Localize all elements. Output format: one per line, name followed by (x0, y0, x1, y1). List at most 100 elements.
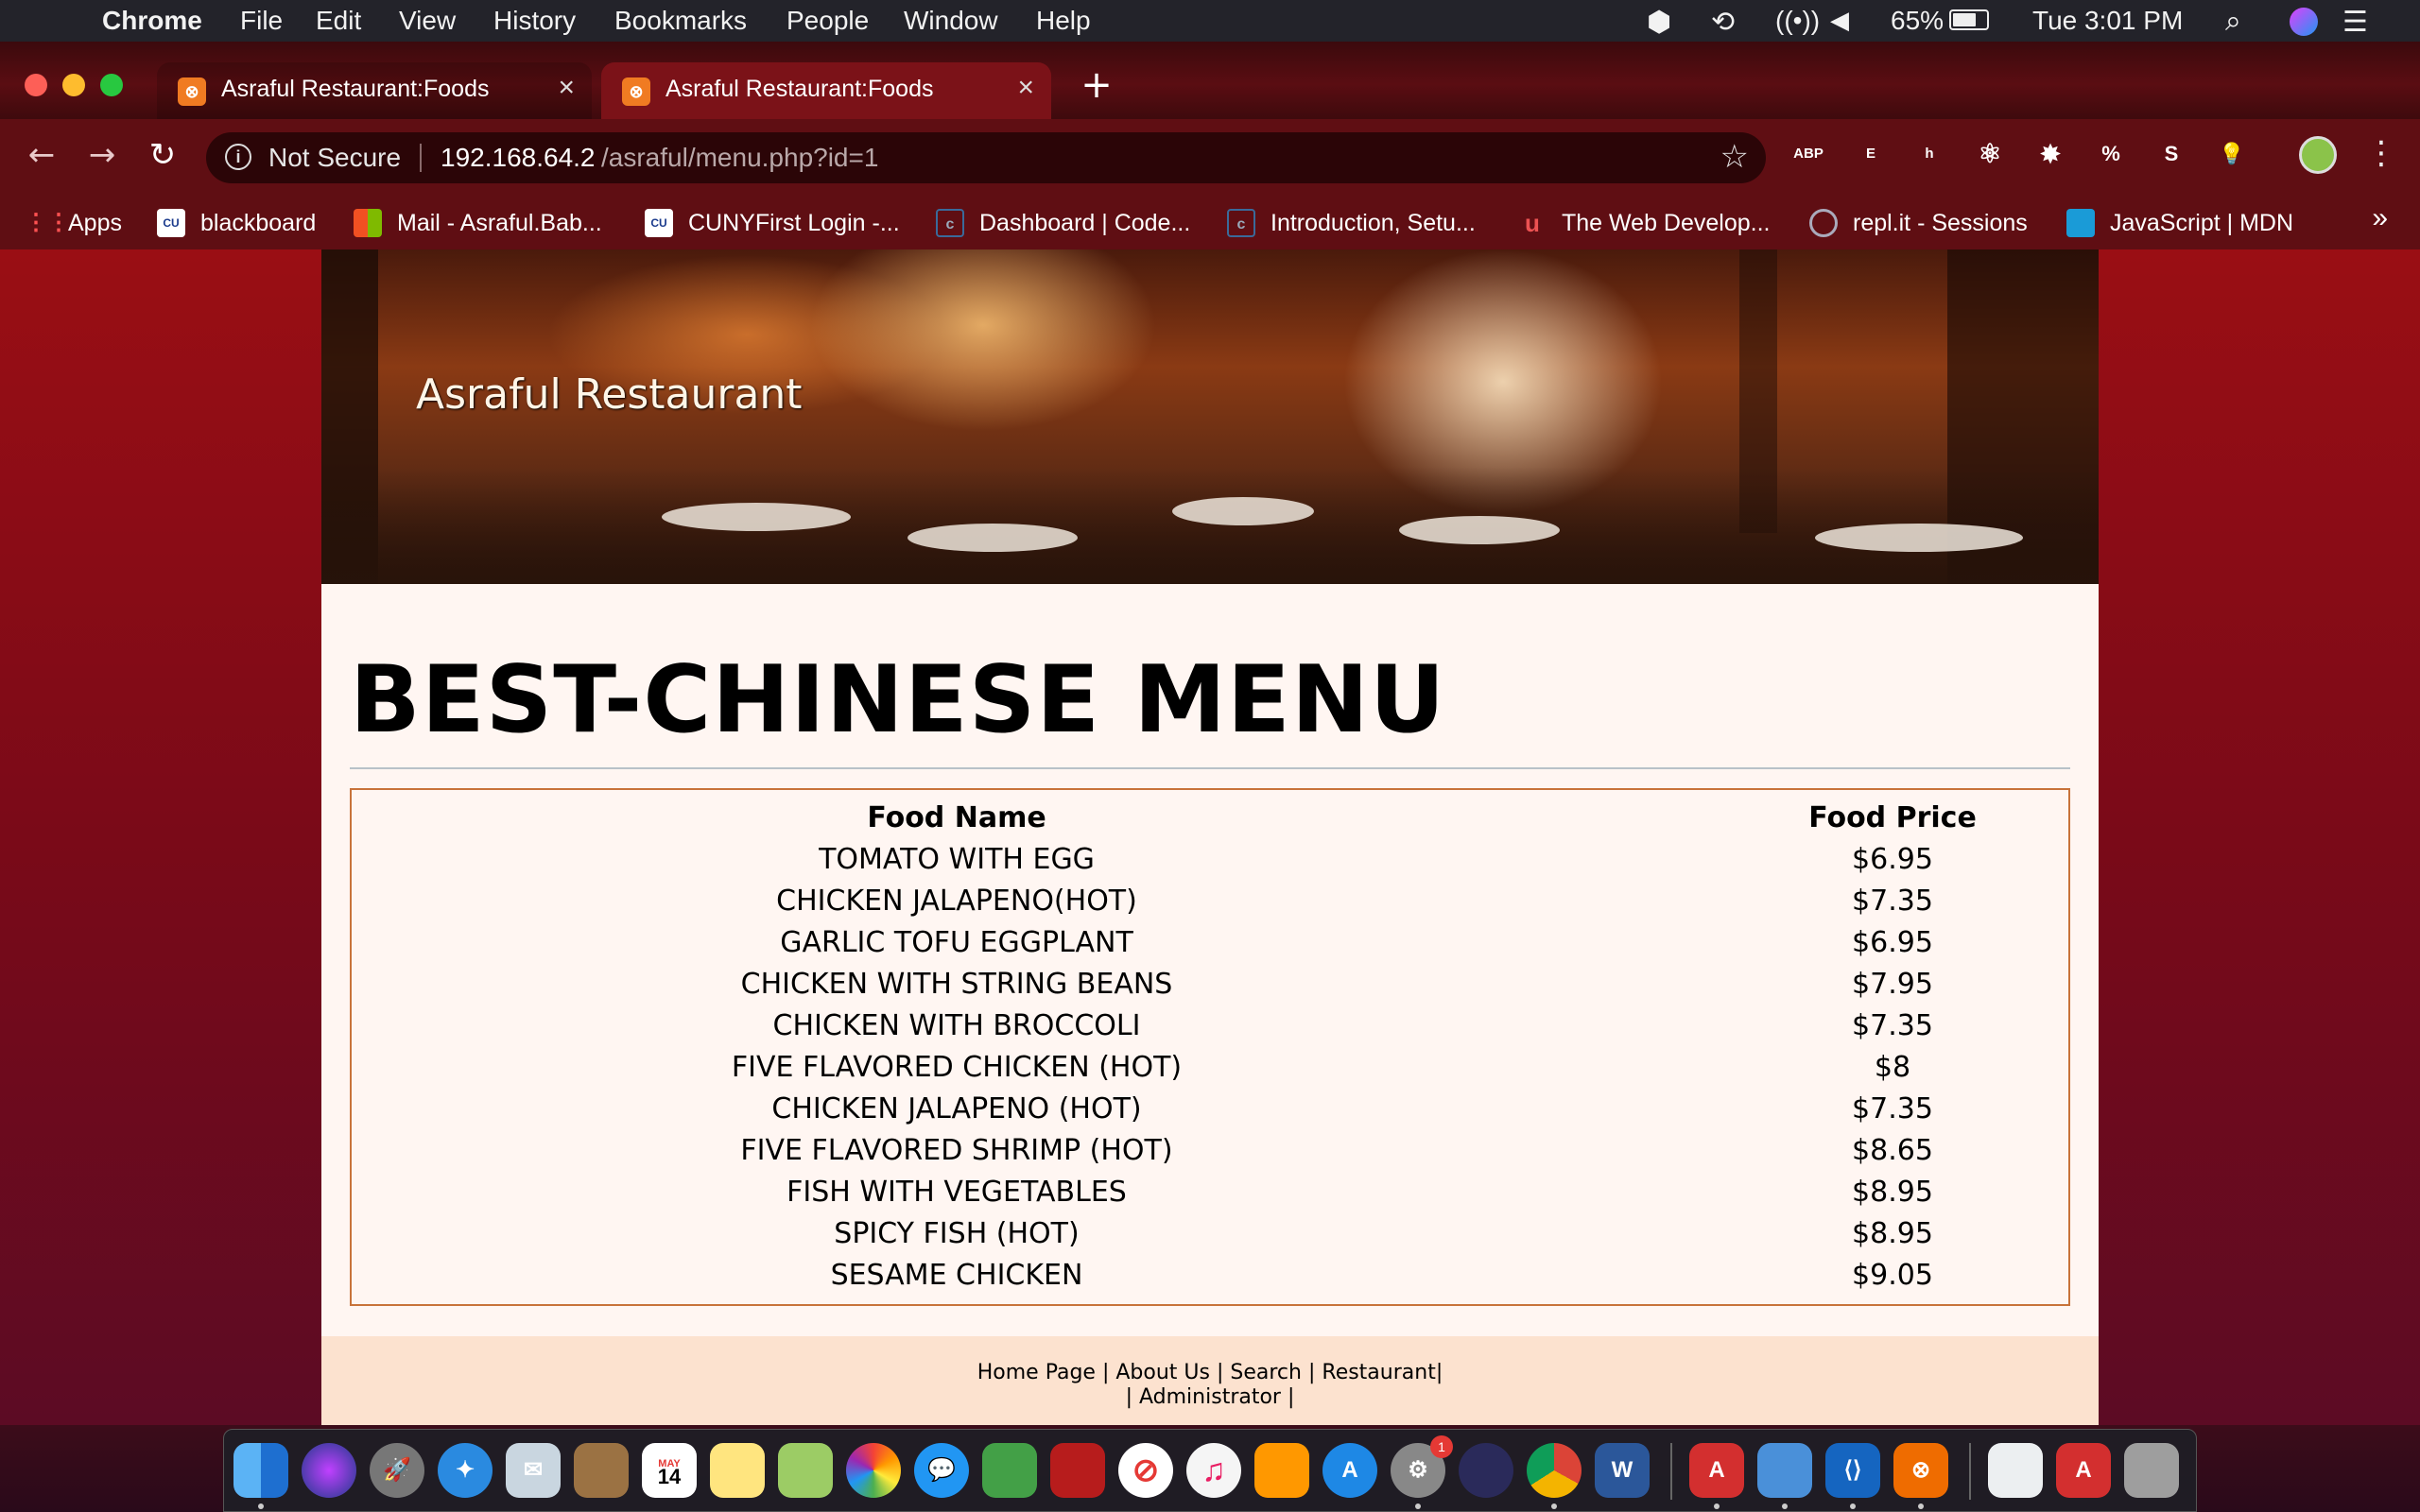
food-price: $6.95 (1852, 843, 1933, 876)
safari-icon[interactable]: ✦ (438, 1443, 493, 1498)
news-icon[interactable]: ⊘ (1118, 1443, 1173, 1498)
chrome-menu-icon[interactable]: ⋮ (2365, 134, 2397, 172)
messages-icon[interactable]: 💬 (914, 1443, 969, 1498)
cuny-icon: CU (157, 209, 185, 237)
footer-link-about[interactable]: About Us (1115, 1361, 1210, 1384)
more-bookmarks-icon[interactable]: » (2372, 202, 2388, 234)
food-price: $8 (1874, 1051, 1911, 1084)
not-secure-label[interactable]: Not Secure (268, 143, 401, 173)
tab-2[interactable]: ⊗ Asraful Restaurant:Foods × (601, 62, 1051, 119)
menu-people[interactable]: People (786, 6, 869, 36)
app-store-icon[interactable]: A (1322, 1443, 1377, 1498)
bookmark-star-icon[interactable]: ☆ (1720, 138, 1749, 176)
bookmark-blackboard[interactable]: CU blackboard (157, 204, 316, 242)
battery-icon[interactable] (1949, 9, 1989, 30)
profile-avatar[interactable] (2299, 136, 2337, 174)
honey-icon[interactable]: h (1913, 138, 1945, 170)
finder-icon[interactable] (233, 1443, 288, 1498)
forward-button[interactable]: → (81, 134, 123, 176)
table-row: SPICY FISH (HOT) $8.95 (352, 1217, 2068, 1259)
bookmark-web-developer[interactable]: u The Web Develop... (1518, 204, 1770, 242)
bookmark-introduction[interactable]: c Introduction, Setu... (1227, 204, 1476, 242)
s-extension-icon[interactable]: S (2155, 138, 2187, 170)
footer-link-home[interactable]: Home Page (977, 1361, 1096, 1384)
acrobat-icon[interactable]: A (1689, 1443, 1744, 1498)
footer-link-restaurant[interactable]: Restaurant (1322, 1361, 1435, 1384)
bookmark-cunyfirst[interactable]: CU CUNYFirst Login -... (645, 204, 900, 242)
notes-icon[interactable] (710, 1443, 765, 1498)
tab-1[interactable]: ⊗ Asraful Restaurant:Foods × (157, 62, 592, 119)
address-bar[interactable]: i Not Secure 192.168.64.2 /asraful/menu.… (206, 132, 1766, 183)
photo-booth-icon[interactable] (1050, 1443, 1105, 1498)
extension-red-icon[interactable]: ✸ (2034, 138, 2066, 170)
photos-icon[interactable] (846, 1443, 901, 1498)
calendar-icon[interactable]: MAY 14 (642, 1443, 697, 1498)
evernote-icon[interactable]: E (1855, 138, 1887, 170)
react-devtools-icon[interactable]: ⚛ (1974, 138, 2006, 170)
url-host[interactable]: 192.168.64.2 (441, 143, 596, 173)
minimize-window-button[interactable] (62, 74, 85, 96)
xcode-icon[interactable] (1757, 1443, 1812, 1498)
lightbulb-extension-icon[interactable]: 💡 (2216, 138, 2248, 170)
new-tab-button[interactable]: + (1078, 66, 1115, 106)
volume-icon[interactable]: ◀ (1830, 6, 1849, 35)
footer-link-administrator[interactable]: Administrator (1139, 1385, 1281, 1409)
mail-bird-icon[interactable]: ✉ (506, 1443, 561, 1498)
bitdefender-status-icon[interactable]: ⬢ (1647, 6, 1671, 39)
clock[interactable]: Tue 3:01 PM (2032, 6, 2183, 36)
adblock-plus-icon[interactable]: ABP (1792, 138, 1824, 170)
menu-view[interactable]: View (399, 6, 456, 36)
menu-window[interactable]: Window (904, 6, 998, 36)
eclipse-icon[interactable] (1459, 1443, 1513, 1498)
maps-icon[interactable] (778, 1443, 833, 1498)
running-indicator (1551, 1503, 1557, 1509)
menu-app-name[interactable]: Chrome (102, 6, 202, 36)
xampp-icon[interactable]: ⊗ (1893, 1443, 1948, 1498)
food-name: SPICY FISH (HOT) (834, 1217, 1080, 1250)
back-button[interactable]: ← (21, 134, 62, 176)
bookmark-mail[interactable]: Mail - Asraful.Bab... (354, 204, 602, 242)
document-icon[interactable] (1988, 1443, 2043, 1498)
food-price: $7.95 (1852, 968, 1933, 1001)
menu-heading: BEST-CHINESE MENU (350, 646, 1446, 754)
wifi-icon[interactable]: ((•)) (1775, 6, 1820, 36)
dock-area: 🚀 ✦ ✉ MAY 14 💬 ⊘ ♫ A ⚙ 1 W A ⟨⟩ ⊗ A (0, 1425, 2420, 1512)
battery-percent: 65% (1891, 6, 1945, 35)
menu-edit[interactable]: Edit (316, 6, 361, 36)
tab-1-close-icon[interactable]: × (558, 72, 575, 104)
site-info-icon[interactable]: i (225, 144, 251, 170)
facetime-icon[interactable] (982, 1443, 1037, 1498)
menu-file[interactable]: File (240, 6, 283, 36)
siri-icon[interactable] (2290, 8, 2318, 36)
siri-icon[interactable] (302, 1443, 356, 1498)
menu-history[interactable]: History (493, 6, 576, 36)
page-footer: Home Page | About Us | Search | Restaura… (321, 1336, 2099, 1425)
books-icon[interactable] (1254, 1443, 1309, 1498)
time-machine-icon[interactable]: ⟲ (1711, 6, 1735, 39)
bookmark-apps[interactable]: ⋮⋮Apps (25, 204, 122, 242)
launchpad-icon[interactable]: 🚀 (370, 1443, 424, 1498)
bookmark-dashboard[interactable]: c Dashboard | Code... (936, 204, 1190, 242)
itunes-icon[interactable]: ♫ (1186, 1443, 1241, 1498)
percent-extension-icon[interactable]: % (2095, 138, 2127, 170)
trash-icon[interactable] (2124, 1443, 2179, 1498)
food-name: FIVE FLAVORED SHRIMP (HOT) (740, 1134, 1173, 1167)
pdf-document-icon[interactable]: A (2056, 1443, 2111, 1498)
bookmark-replit[interactable]: repl.it - Sessions (1809, 204, 2028, 242)
notification-center-icon[interactable]: ☰ (2342, 6, 2368, 39)
close-window-button[interactable] (25, 74, 47, 96)
restaurant-banner-image: Asraful Restaurant (321, 249, 2099, 584)
spotlight-search-icon[interactable]: ⌕ (2225, 6, 2241, 38)
menu-bookmarks[interactable]: Bookmarks (614, 6, 747, 36)
word-icon[interactable]: W (1595, 1443, 1650, 1498)
menu-help[interactable]: Help (1036, 6, 1091, 36)
url-path[interactable]: /asraful/menu.php?id=1 (601, 143, 878, 173)
contacts-icon[interactable] (574, 1443, 629, 1498)
vscode-icon[interactable]: ⟨⟩ (1825, 1443, 1880, 1498)
reload-button[interactable]: ↻ (142, 134, 183, 176)
zoom-window-button[interactable] (100, 74, 123, 96)
bookmark-mdn[interactable]: JavaScript | MDN (2066, 204, 2293, 242)
footer-link-search[interactable]: Search (1230, 1361, 1302, 1384)
chrome-icon[interactable] (1527, 1443, 1582, 1498)
tab-2-close-icon[interactable]: × (1017, 72, 1034, 104)
